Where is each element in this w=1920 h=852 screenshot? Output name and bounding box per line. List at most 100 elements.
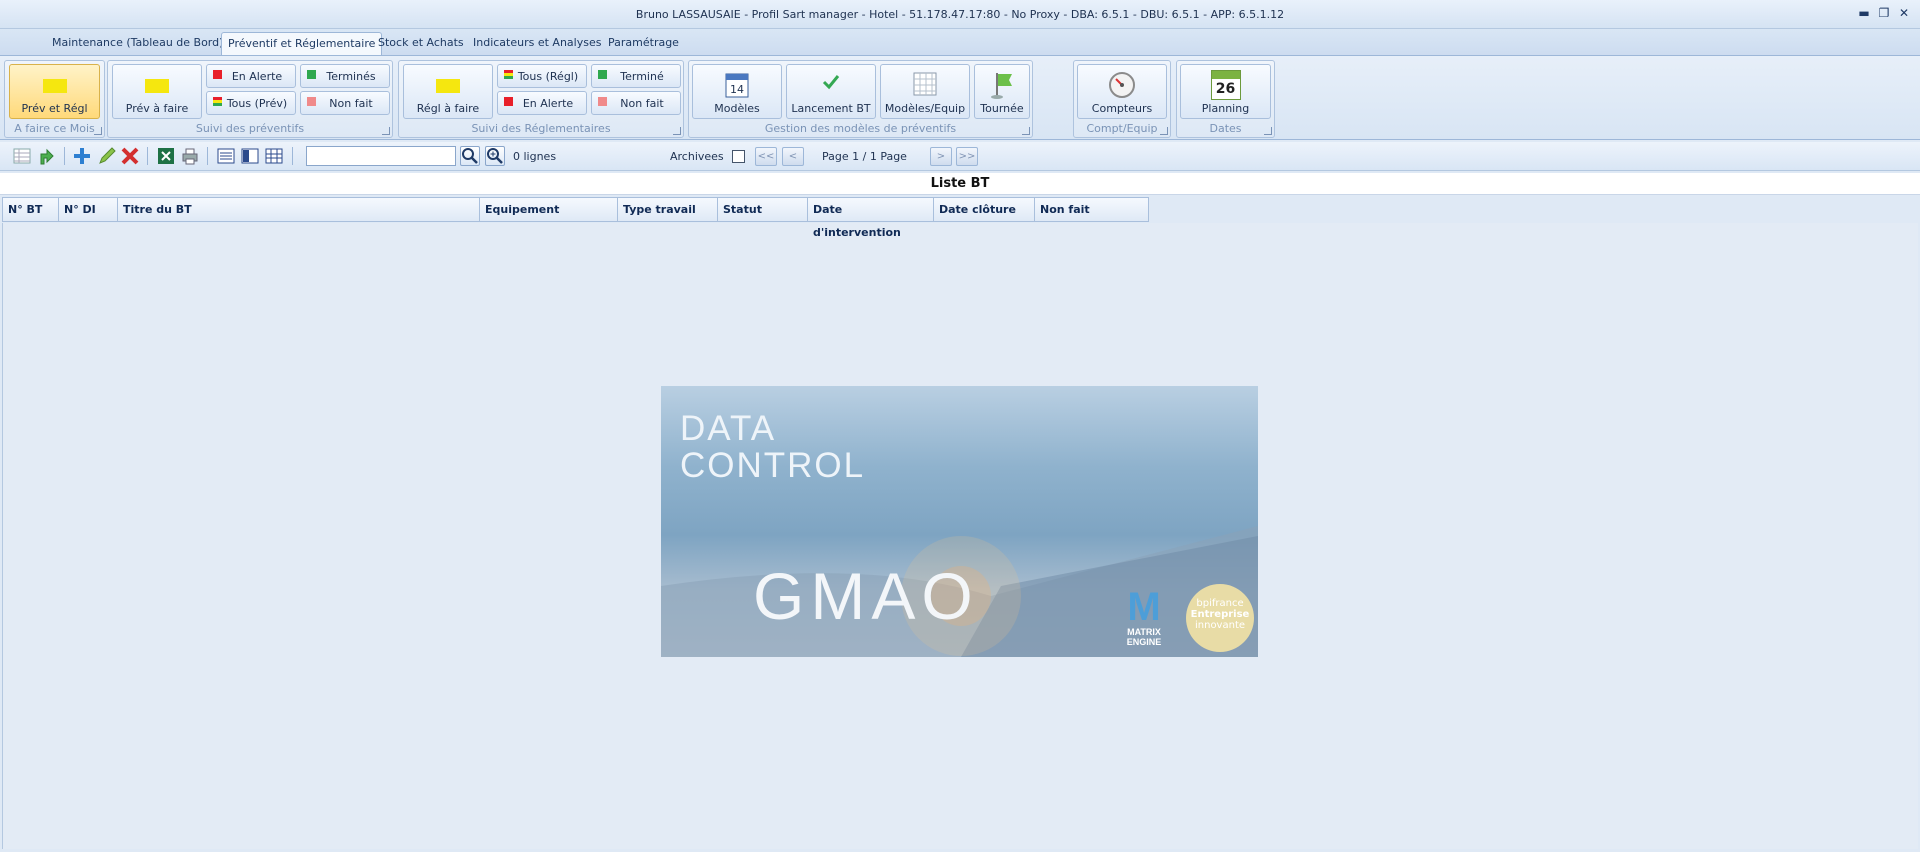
tab-stock[interactable]: Stock et Achats <box>372 32 470 55</box>
page-info: Page 1 / 1 Page <box>822 150 907 163</box>
column-header[interactable]: N° BT <box>3 198 59 221</box>
tab-maintenance[interactable]: Maintenance (Tableau de Bord) <box>46 32 229 55</box>
group-expand-icon[interactable] <box>673 127 681 135</box>
svg-text:14: 14 <box>730 83 744 96</box>
tab-preventif[interactable]: Préventif et Réglementaire <box>221 32 383 55</box>
planning-button[interactable]: 26 Planning <box>1180 64 1271 119</box>
tournee-button[interactable]: Tournée <box>974 64 1030 119</box>
yellow-square-icon <box>145 79 169 93</box>
group-suivi-preventifs: Prév à faire En Alerte Tous (Prév) Termi… <box>107 60 393 138</box>
group-expand-icon[interactable] <box>94 127 102 135</box>
regl-a-faire-button[interactable]: Régl à faire <box>403 64 493 119</box>
column-header[interactable]: Date d'intervention <box>808 198 934 239</box>
close-icon[interactable]: ✕ <box>1896 5 1912 21</box>
next-page-button[interactable]: > <box>930 147 952 166</box>
non-fait-label: Non fait <box>329 97 373 110</box>
en-alerte-prev-button[interactable]: En Alerte <box>206 64 296 88</box>
delete-icon[interactable] <box>120 146 140 166</box>
prev-et-regl-button[interactable]: Prév et Régl <box>9 64 100 119</box>
checkmark-icon <box>822 75 840 90</box>
row-count: 0 lignes <box>513 150 557 163</box>
ribbon-panel: Prév et Régl A faire ce Mois Prév à fair… <box>0 55 1920 140</box>
en-alerte-label: En Alerte <box>522 97 574 110</box>
tous-regl-button[interactable]: Tous (Régl) <box>497 64 587 88</box>
columns-view-icon[interactable] <box>264 146 284 166</box>
grid-view-icon[interactable] <box>12 146 32 166</box>
gauge-icon <box>1109 72 1135 98</box>
restore-icon[interactable]: ❐ <box>1876 5 1892 21</box>
prev-page-button[interactable]: < <box>782 147 804 166</box>
column-header[interactable]: Equipement <box>480 198 618 221</box>
termine-button[interactable]: Terminé <box>591 64 681 88</box>
column-header[interactable]: Titre du BT <box>118 198 480 221</box>
tab-indicateurs[interactable]: Indicateurs et Analyses <box>467 32 607 55</box>
modeles-button[interactable]: 14 Modèles <box>692 64 782 119</box>
calendar-day-number: 26 <box>1215 81 1236 97</box>
prev-a-faire-button[interactable]: Prév à faire <box>112 64 202 119</box>
last-page-button[interactable]: >> <box>956 147 978 166</box>
non-fait-prev-button[interactable]: Non fait <box>300 91 390 115</box>
modeles-label: Modèles <box>714 102 760 115</box>
bpi-line1: bpifrance <box>1196 598 1244 609</box>
non-fait-label: Non fait <box>620 97 664 110</box>
column-header[interactable]: Date clôture <box>934 198 1035 221</box>
en-alerte-regl-button[interactable]: En Alerte <box>497 91 587 115</box>
yellow-square-icon <box>42 79 67 93</box>
add-icon[interactable] <box>72 146 92 166</box>
group-expand-icon[interactable] <box>382 127 390 135</box>
split-view-icon[interactable] <box>240 146 260 166</box>
matrix-engine-logo: M MATRIX ENGINE <box>1119 587 1169 649</box>
logo-letter: M <box>1127 585 1161 629</box>
planning-label: Planning <box>1201 102 1250 115</box>
group-label: Suivi des préventifs <box>195 122 305 135</box>
bpi-badge: bpifrance Entreprise innovante <box>1186 584 1254 652</box>
archives-checkbox[interactable] <box>732 150 745 163</box>
archives-label: Archivees <box>670 150 724 163</box>
group-label: A faire ce Mois <box>14 122 95 135</box>
window-title: Bruno LASSAUSAIE - Profil Sart manager -… <box>635 8 1285 21</box>
tous-prev-button[interactable]: Tous (Prév) <box>206 91 296 115</box>
excel-icon[interactable] <box>156 146 176 166</box>
yellow-square-icon <box>436 79 460 93</box>
group-suivi-reglementaires: Régl à faire Tous (Régl) En Alerte Termi… <box>398 60 684 138</box>
column-header[interactable]: Non fait <box>1035 198 1148 221</box>
group-expand-icon[interactable] <box>1264 127 1272 135</box>
export-arrow-icon[interactable] <box>37 146 57 166</box>
search-input[interactable] <box>306 146 456 166</box>
modeles-equip-button[interactable]: Modèles/Equip <box>880 64 970 119</box>
group-label: Gestion des modèles de préventifs <box>764 122 957 135</box>
compteurs-button[interactable]: Compteurs <box>1077 64 1167 119</box>
first-page-button[interactable]: << <box>755 147 777 166</box>
logo-line1: MATRIX <box>1127 627 1161 637</box>
minimize-icon[interactable]: ▬ <box>1856 5 1872 21</box>
search-icon <box>462 148 478 164</box>
tab-parametrage[interactable]: Paramétrage <box>602 32 685 55</box>
single-view-icon[interactable] <box>216 146 236 166</box>
grid-sheet-icon <box>913 72 937 96</box>
group-expand-icon[interactable] <box>1022 127 1030 135</box>
print-icon[interactable] <box>180 146 200 166</box>
group-label: Compt/Equip <box>1086 122 1158 135</box>
title-bar: Bruno LASSAUSAIE - Profil Sart manager -… <box>0 0 1920 29</box>
bpi-line2: Entreprise <box>1190 609 1250 620</box>
prev-et-regl-label: Prév et Régl <box>21 102 88 115</box>
logo-line2: ENGINE <box>1126 637 1162 647</box>
list-title: Liste BT <box>0 173 1920 195</box>
search-button[interactable] <box>460 146 480 166</box>
lancement-bt-button[interactable]: Lancement BT <box>786 64 876 119</box>
toolbar-separator <box>147 147 148 165</box>
edit-pencil-icon[interactable] <box>97 146 117 166</box>
flag-icon <box>991 73 1012 99</box>
group-compteurs: Compteurs Compt/Equip <box>1073 60 1171 138</box>
non-fait-regl-button[interactable]: Non fait <box>591 91 681 115</box>
group-label: Suivi des Réglementaires <box>471 122 611 135</box>
tous-regl-label: Tous (Régl) <box>517 70 579 83</box>
column-header[interactable]: Type travail <box>618 198 718 221</box>
termines-button[interactable]: Terminés <box>300 64 390 88</box>
toolbar-separator <box>207 147 208 165</box>
column-header[interactable]: N° DI <box>59 198 118 221</box>
group-expand-icon[interactable] <box>1160 127 1168 135</box>
column-header[interactable]: Statut <box>718 198 808 221</box>
tous-prev-label: Tous (Prév) <box>226 97 288 110</box>
advanced-search-button[interactable] <box>485 146 505 166</box>
